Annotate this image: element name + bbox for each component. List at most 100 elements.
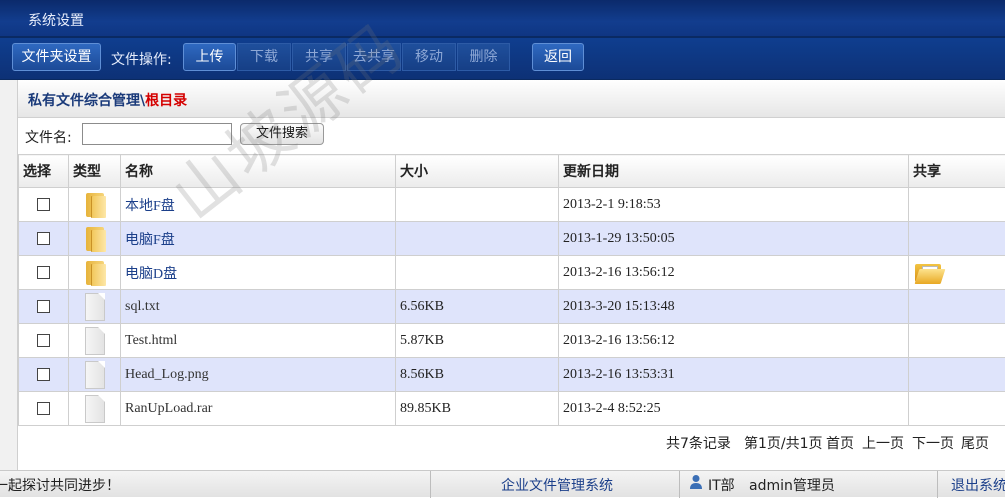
table-row[interactable]: RanUpLoad.rar89.85KB2013-2-4 8:52:25	[19, 392, 1005, 426]
share-cell	[909, 392, 1005, 426]
select-cell	[19, 392, 69, 426]
pager-last-link[interactable]: 尾页	[961, 433, 989, 453]
file-icon	[85, 361, 105, 389]
filename-search-input[interactable]	[82, 123, 232, 145]
file-date: 2013-1-29 13:50:05	[559, 222, 909, 256]
delete-button[interactable]: 删除	[457, 43, 510, 71]
shared-folder-icon[interactable]	[913, 260, 943, 286]
folder-icon	[84, 259, 106, 287]
user-name: admin管理员	[749, 475, 835, 495]
pager-next-link[interactable]: 下一页	[912, 433, 954, 453]
type-cell	[69, 290, 121, 324]
table-row[interactable]: sql.txt6.56KB2013-3-20 15:13:48	[19, 290, 1005, 324]
back-button[interactable]: 返回	[532, 43, 584, 71]
row-checkbox[interactable]	[37, 402, 50, 415]
row-checkbox[interactable]	[37, 266, 50, 279]
col-type: 类型	[69, 155, 121, 188]
move-button[interactable]: 移动	[402, 43, 456, 71]
title-bar: 系统设置	[0, 0, 1005, 38]
file-date: 2013-3-20 15:13:48	[559, 290, 909, 324]
share-cell	[909, 358, 1005, 392]
share-cell	[909, 256, 1005, 290]
col-select: 选择	[19, 155, 69, 188]
file-name[interactable]: 电脑D盘	[121, 256, 396, 290]
row-checkbox[interactable]	[37, 198, 50, 211]
table-row[interactable]: Test.html5.87KB2013-2-16 13:56:12	[19, 324, 1005, 358]
share-cell	[909, 222, 1005, 256]
file-size	[396, 222, 559, 256]
table-row[interactable]: 本地F盘 2013-2-1 9:18:53	[19, 188, 1005, 222]
pager-first-link[interactable]: 首页	[826, 433, 854, 453]
file-search-button[interactable]: 文件搜索	[240, 123, 324, 145]
file-size: 6.56KB	[396, 290, 559, 324]
row-checkbox[interactable]	[37, 300, 50, 313]
type-cell	[69, 188, 121, 222]
row-checkbox[interactable]	[37, 232, 50, 245]
col-share: 共享	[909, 155, 1005, 188]
type-cell	[69, 222, 121, 256]
row-checkbox[interactable]	[37, 334, 50, 347]
breadcrumb-path: 私有文件综合管理\根目录	[28, 90, 187, 110]
file-size	[396, 256, 559, 290]
pager-total: 共7条记录	[666, 433, 731, 453]
left-frame-edge	[0, 80, 18, 470]
share-button[interactable]: 共享	[292, 43, 346, 71]
select-cell	[19, 324, 69, 358]
toolbar: 文件夹设置 文件操作: 上传 下载 共享 去共享 移动 删除 返回	[0, 38, 1005, 80]
department-label: IT部	[708, 475, 735, 495]
status-divider	[679, 471, 680, 498]
download-button[interactable]: 下载	[237, 43, 291, 71]
table-row[interactable]: 电脑F盘 2013-1-29 13:50:05	[19, 222, 1005, 256]
file-icon	[85, 327, 105, 355]
file-name[interactable]: sql.txt	[121, 290, 396, 324]
status-bar: 一起探讨共同进步！ 企业文件管理系统 IT部 admin管理员 退出系统	[0, 470, 1005, 497]
breadcrumb: 私有文件综合管理\根目录	[18, 80, 1005, 118]
file-date: 2013-2-4 8:52:25	[559, 392, 909, 426]
type-cell	[69, 256, 121, 290]
breadcrumb-root[interactable]: 根目录	[145, 93, 187, 109]
file-date: 2013-2-16 13:56:12	[559, 256, 909, 290]
file-name[interactable]: Test.html	[121, 324, 396, 358]
pager-pages: 第1页/共1页	[744, 433, 823, 453]
status-divider	[937, 471, 938, 498]
file-size: 89.85KB	[396, 392, 559, 426]
col-size[interactable]: 大小	[396, 155, 559, 188]
folder-icon	[84, 225, 106, 253]
window-title: 系统设置	[28, 10, 84, 30]
row-checkbox[interactable]	[37, 368, 50, 381]
select-cell	[19, 290, 69, 324]
file-ops-label: 文件操作:	[111, 49, 172, 69]
breadcrumb-section: 私有文件综合管理\	[28, 93, 145, 109]
filename-label: 文件名:	[25, 127, 72, 147]
col-updated[interactable]: 更新日期	[559, 155, 909, 188]
file-name[interactable]: 电脑F盘	[121, 222, 396, 256]
table-header-row: 选择 类型 名称 大小 更新日期 共享	[19, 155, 1005, 188]
table-row[interactable]: 电脑D盘 2013-2-16 13:56:12	[19, 256, 1005, 290]
logout-link[interactable]: 退出系统	[951, 475, 1005, 495]
folder-icon	[84, 191, 106, 219]
file-size	[396, 188, 559, 222]
select-cell	[19, 188, 69, 222]
select-cell	[19, 256, 69, 290]
file-date: 2013-2-16 13:56:12	[559, 324, 909, 358]
file-date: 2013-2-1 9:18:53	[559, 188, 909, 222]
share-cell	[909, 324, 1005, 358]
type-cell	[69, 358, 121, 392]
user-icon	[689, 474, 703, 494]
select-cell	[19, 222, 69, 256]
table-row[interactable]: Head_Log.png8.56KB2013-2-16 13:53:31	[19, 358, 1005, 392]
col-name[interactable]: 名称	[121, 155, 396, 188]
unshare-button[interactable]: 去共享	[347, 43, 401, 71]
file-name[interactable]: Head_Log.png	[121, 358, 396, 392]
file-name[interactable]: 本地F盘	[121, 188, 396, 222]
file-name[interactable]: RanUpLoad.rar	[121, 392, 396, 426]
file-table: 选择 类型 名称 大小 更新日期 共享 本地F盘 2013-2-1 9:18:53…	[18, 154, 1005, 426]
folder-settings-button[interactable]: 文件夹设置	[12, 43, 101, 71]
file-date: 2013-2-16 13:53:31	[559, 358, 909, 392]
pager-prev-link[interactable]: 上一页	[862, 433, 904, 453]
upload-button[interactable]: 上传	[183, 43, 236, 71]
share-cell	[909, 290, 1005, 324]
select-cell	[19, 358, 69, 392]
file-icon	[85, 395, 105, 423]
system-name: 企业文件管理系统	[501, 475, 613, 495]
